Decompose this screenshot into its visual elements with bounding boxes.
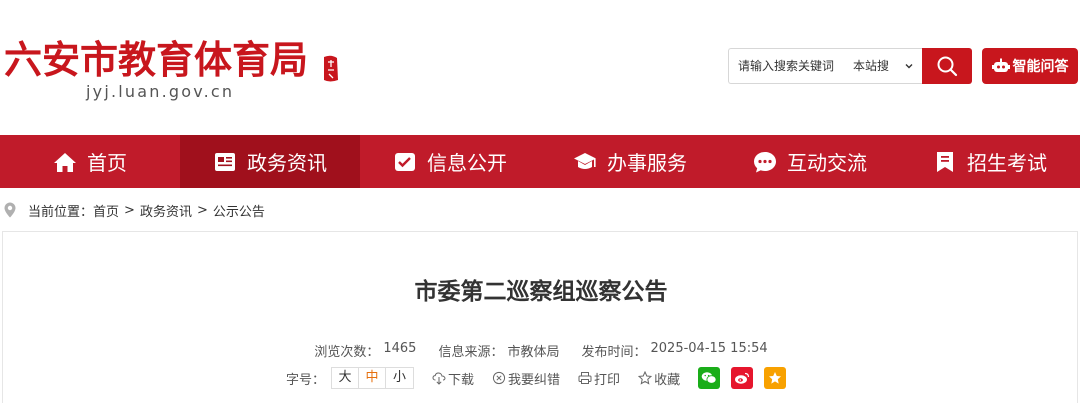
ai-qa-button[interactable]: 智能问答: [982, 48, 1078, 84]
nav-item-services[interactable]: 办事服务: [540, 135, 720, 188]
breadcrumb: 当前位置： 首页 > 政务资讯 > 公示公告: [4, 199, 265, 221]
cloud-download-icon: [432, 372, 446, 385]
search-button[interactable]: [922, 48, 972, 84]
download-label: 下载: [448, 372, 475, 388]
breadcrumb-home[interactable]: 首页: [93, 201, 119, 220]
info-source-value: 市教体局: [507, 345, 560, 360]
publish-time-label: 发布时间：: [581, 345, 647, 360]
nav-item-label: 办事服务: [607, 151, 687, 175]
article-tools: 字号： 大 中 小 下载 我要纠错 打印 收藏: [286, 366, 787, 390]
breadcrumb-separator: >: [124, 202, 135, 218]
search-icon: [937, 56, 958, 77]
breadcrumb-prefix: 当前位置：: [28, 204, 94, 220]
location-pin-icon: [4, 202, 16, 218]
publish-time: 发布时间： 2025-04-15 15:54: [581, 341, 767, 360]
view-count-value: 1465: [383, 341, 417, 356]
publish-time-value: 2025-04-15 15:54: [650, 341, 768, 356]
article-panel: 市委第二巡察组巡察公告 浏览次数： 1465 信息来源： 市教体局 发布时间： …: [2, 231, 1078, 403]
nav-item-label: 首页: [87, 151, 127, 175]
nav-item-enrollment[interactable]: 招生考试: [900, 135, 1080, 188]
seal-logo-icon: [324, 55, 338, 82]
newspaper-icon: [215, 152, 235, 171]
robot-icon: [991, 58, 1010, 72]
favorite-label: 收藏: [654, 372, 681, 388]
article-meta: 浏览次数： 1465 信息来源： 市教体局 发布时间： 2025-04-15 1…: [3, 341, 1079, 360]
report-error-label: 我要纠错: [508, 372, 561, 388]
download-button[interactable]: 下载: [432, 369, 474, 388]
font-size-medium-button[interactable]: 中: [359, 368, 387, 388]
print-button[interactable]: 打印: [578, 369, 620, 388]
search-input[interactable]: [738, 49, 842, 83]
search-scope-select[interactable]: 本站搜: [853, 49, 889, 83]
info-source-label: 信息来源：: [438, 345, 504, 360]
breadcrumb-news[interactable]: 政务资讯: [140, 201, 192, 220]
nav-item-label: 互动交流: [787, 151, 867, 175]
weibo-icon: [735, 372, 750, 384]
site-header: 六安市教育体育局 jyj.luan.gov.cn 本站搜 智能问答: [0, 0, 1080, 135]
error-circle-icon: [492, 371, 506, 385]
font-size-selector: 大 中 小: [331, 367, 415, 389]
graduation-cap-icon: [574, 152, 596, 169]
site-url: jyj.luan.gov.cn: [86, 82, 235, 101]
nav-item-label: 政务资讯: [247, 151, 327, 175]
nav-item-home[interactable]: 首页: [0, 135, 180, 188]
view-count-label: 浏览次数：: [314, 345, 380, 360]
nav-item-label: 信息公开: [427, 151, 507, 175]
nav-item-label: 招生考试: [967, 151, 1047, 175]
article-title: 市委第二巡察组巡察公告: [414, 279, 668, 305]
qzone-star-icon: [769, 372, 782, 384]
printer-icon: [578, 372, 592, 384]
wechat-icon: [701, 372, 717, 384]
nav-item-info-disclosure[interactable]: 信息公开: [360, 135, 540, 188]
font-size-small-button[interactable]: 小: [386, 368, 413, 388]
favorite-button[interactable]: 收藏: [638, 369, 680, 388]
ai-qa-label: 智能问答: [1012, 59, 1069, 75]
report-error-button[interactable]: 我要纠错: [492, 369, 560, 388]
print-label: 打印: [594, 372, 621, 388]
check-card-icon: [395, 152, 415, 171]
chevron-down-icon: [905, 64, 913, 69]
breadcrumb-separator: >: [196, 202, 208, 218]
nav-item-news[interactable]: 政务资讯: [180, 135, 360, 188]
chat-bubble-icon: [754, 151, 776, 172]
share-wechat-button[interactable]: [698, 367, 721, 389]
nav-item-interaction[interactable]: 互动交流: [720, 135, 900, 188]
share-qzone-button[interactable]: [764, 367, 787, 389]
home-icon: [54, 152, 76, 172]
star-outline-icon: [638, 371, 653, 385]
bookmark-icon: [937, 151, 953, 172]
info-source: 信息来源： 市教体局: [438, 341, 559, 360]
search-scope-label: 本站搜: [853, 59, 890, 73]
breadcrumb-announcements[interactable]: 公示公告: [213, 201, 265, 220]
share-weibo-button[interactable]: [731, 367, 754, 389]
site-logo-title[interactable]: 六安市教育体育局: [4, 36, 308, 84]
font-size-label: 字号：: [286, 372, 326, 388]
font-size-large-button[interactable]: 大: [332, 368, 360, 388]
main-nav: 首页 政务资讯 信息公开 办事服务 互动交流 招生考试: [0, 135, 1080, 188]
view-count: 浏览次数： 1465: [314, 341, 416, 360]
search-box: 本站搜: [728, 48, 922, 84]
